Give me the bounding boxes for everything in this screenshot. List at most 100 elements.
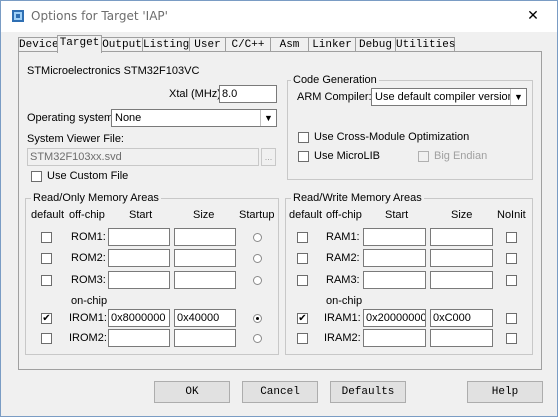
irom2-startup-radio[interactable] <box>253 334 262 343</box>
xtal-label: Xtal (MHz): <box>169 88 224 100</box>
tab-user[interactable]: User <box>189 37 226 52</box>
big-endian-checkbox <box>418 151 429 162</box>
ram3-size-input[interactable] <box>430 271 493 289</box>
ram2-label: RAM2: <box>326 252 360 264</box>
tab-debug[interactable]: Debug <box>355 37 396 52</box>
rom3-size-input[interactable] <box>174 271 236 289</box>
cancel-button[interactable]: Cancel <box>242 381 318 403</box>
app-icon <box>11 9 25 23</box>
rom1-default-checkbox[interactable] <box>41 232 52 243</box>
os-select[interactable]: None ▼ <box>111 109 277 127</box>
options-dialog: Options for Target 'IAP' ✕ Device Target… <box>0 0 558 417</box>
defaults-button[interactable]: Defaults <box>330 381 406 403</box>
microlib-label: Use MicroLIB <box>314 150 381 162</box>
iram2-size-input[interactable] <box>430 329 493 347</box>
ro-header-offchip: off-chip <box>69 209 105 221</box>
rom2-default-checkbox[interactable] <box>41 253 52 264</box>
rw-header-offchip: off-chip <box>326 209 362 221</box>
ro-memory-title: Read/Only Memory Areas <box>31 192 161 204</box>
microlib-checkbox[interactable] <box>298 151 309 162</box>
ro-header-default: default <box>31 209 65 221</box>
os-select-value: None <box>115 112 142 124</box>
iram1-size-input[interactable]: 0xC000 <box>430 309 493 327</box>
rw-header-default: default <box>289 209 323 221</box>
irom1-default-checkbox[interactable]: ✔ <box>41 313 52 324</box>
ro-header-size: Size <box>193 209 215 221</box>
close-icon[interactable]: ✕ <box>524 7 542 25</box>
irom1-label: IROM1: <box>69 312 107 324</box>
tab-target[interactable]: Target <box>57 35 102 53</box>
device-name: STMicroelectronics STM32F103VC <box>27 65 200 77</box>
arm-compiler-value: Use default compiler version <box>375 91 514 103</box>
tab-output[interactable]: Output <box>101 37 143 52</box>
iram2-noinit-checkbox[interactable] <box>506 333 517 344</box>
rw-onchip-label: on-chip <box>326 295 363 307</box>
rom1-size-input[interactable] <box>174 228 236 246</box>
svd-input: STM32F103xx.svd <box>27 148 259 166</box>
ok-button[interactable]: OK <box>154 381 230 403</box>
rom2-startup-radio[interactable] <box>253 254 262 263</box>
rw-header-noinit: NoInit <box>497 209 526 221</box>
use-custom-file-label: Use Custom File <box>47 170 129 182</box>
ram2-start-input[interactable] <box>363 249 426 267</box>
rom1-startup-radio[interactable] <box>253 233 262 242</box>
rom3-start-input[interactable] <box>108 271 170 289</box>
ram3-default-checkbox[interactable] <box>297 275 308 286</box>
iram1-label: IRAM1: <box>324 312 361 324</box>
ram2-size-input[interactable] <box>430 249 493 267</box>
irom1-startup-radio[interactable] <box>253 314 262 323</box>
chevron-down-icon[interactable]: ▼ <box>260 110 276 126</box>
rom2-start-input[interactable] <box>108 249 170 267</box>
ram1-noinit-checkbox[interactable] <box>506 232 517 243</box>
tab-listing[interactable]: Listing <box>142 37 190 52</box>
ram2-noinit-checkbox[interactable] <box>506 253 517 264</box>
rw-header-size: Size <box>451 209 473 221</box>
xtal-input[interactable]: 8.0 <box>219 85 277 103</box>
tab-linker[interactable]: Linker <box>308 37 356 52</box>
cross-module-checkbox[interactable] <box>298 132 309 143</box>
rom2-label: ROM2: <box>71 252 106 264</box>
ram2-default-checkbox[interactable] <box>297 253 308 264</box>
ram1-default-checkbox[interactable] <box>297 232 308 243</box>
rw-memory-title: Read/Write Memory Areas <box>291 192 424 204</box>
arm-compiler-select[interactable]: Use default compiler version ▼ <box>371 88 527 106</box>
use-custom-file-checkbox[interactable] <box>31 171 42 182</box>
rom3-default-checkbox[interactable] <box>41 275 52 286</box>
help-button[interactable]: Help <box>467 381 543 403</box>
rom1-start-input[interactable] <box>108 228 170 246</box>
rom1-label: ROM1: <box>71 231 106 243</box>
rom3-startup-radio[interactable] <box>253 276 262 285</box>
ram1-start-input[interactable] <box>363 228 426 246</box>
irom1-size-input[interactable]: 0x40000 <box>174 309 236 327</box>
ro-onchip-label: on-chip <box>71 295 108 307</box>
code-generation-title: Code Generation <box>291 74 379 86</box>
tab-asm[interactable]: Asm <box>270 37 309 52</box>
ro-header-start: Start <box>129 209 153 221</box>
rw-header-start: Start <box>385 209 409 221</box>
irom1-start-input[interactable]: 0x8000000 <box>108 309 170 327</box>
big-endian-label: Big Endian <box>434 150 488 162</box>
irom2-default-checkbox[interactable] <box>41 333 52 344</box>
iram1-default-checkbox[interactable]: ✔ <box>297 313 308 324</box>
tab-c-cpp[interactable]: C/C++ <box>225 37 271 52</box>
iram1-noinit-checkbox[interactable] <box>506 313 517 324</box>
ram1-label: RAM1: <box>326 231 360 243</box>
irom2-start-input[interactable] <box>108 329 170 347</box>
ram3-noinit-checkbox[interactable] <box>506 275 517 286</box>
iram2-default-checkbox[interactable] <box>297 333 308 344</box>
ram3-start-input[interactable] <box>363 271 426 289</box>
ram1-size-input[interactable] <box>430 228 493 246</box>
rom3-label: ROM3: <box>71 274 106 286</box>
irom2-label: IROM2: <box>69 332 107 344</box>
iram2-start-input[interactable] <box>363 329 426 347</box>
iram1-start-input[interactable]: 0x20000000 <box>363 309 426 327</box>
window-title: Options for Target 'IAP' <box>31 9 168 23</box>
ro-header-startup: Startup <box>239 209 275 221</box>
rom2-size-input[interactable] <box>174 249 236 267</box>
irom2-size-input[interactable] <box>174 329 236 347</box>
tab-device[interactable]: Device <box>18 37 59 52</box>
title-bar: Options for Target 'IAP' ✕ <box>1 1 557 32</box>
chevron-down-icon[interactable]: ▼ <box>510 89 526 105</box>
tab-utilities[interactable]: Utilities <box>395 37 455 52</box>
cross-module-label: Use Cross-Module Optimization <box>314 131 470 143</box>
